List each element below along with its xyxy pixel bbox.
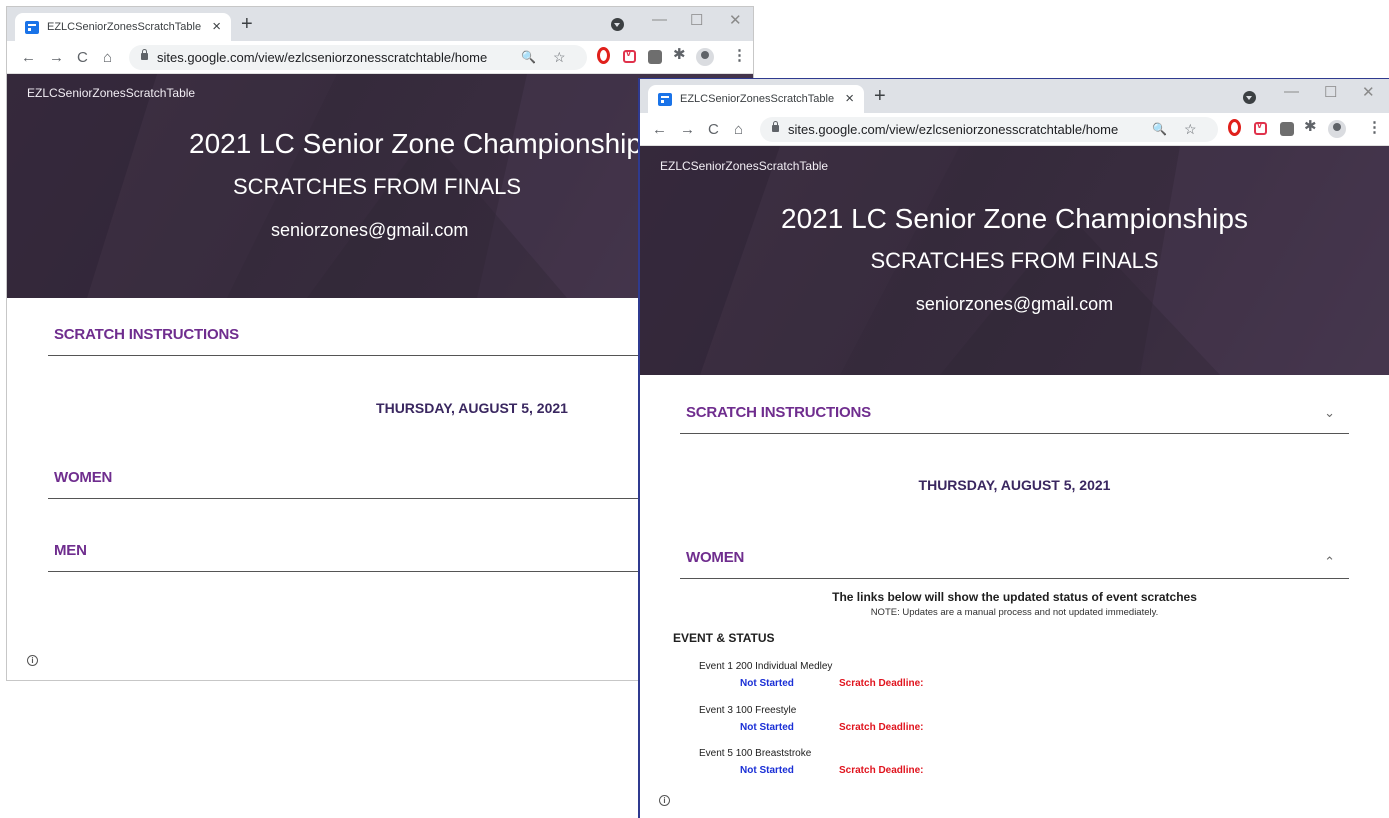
back-icon[interactable]: ← [21,49,36,66]
reload-icon[interactable]: C [708,121,719,138]
extensions-puzzle-icon[interactable]: ✱ [673,45,686,63]
tab-title: EZLCSeniorZonesScratchTable [680,93,835,105]
opera-extension-icon[interactable] [1228,119,1241,136]
extension-icon[interactable] [648,50,662,64]
scratch-deadline: Scratch Deadline: [839,678,924,689]
site-name[interactable]: EZLCSeniorZonesScratchTable [27,86,195,100]
section-title: SCRATCH INSTRUCTIONS [686,404,871,421]
minimize-button[interactable]: — [652,11,667,28]
forward-icon[interactable]: → [49,49,64,66]
url-text: sites.google.com/view/ezlcseniorzonesscr… [157,50,488,65]
google-sites-icon [658,93,675,106]
event-link[interactable]: Event 3 100 Freestyle [699,705,796,716]
browser-toolbar: ← → C ⌂ sites.google.com/view/ezlcsenior… [7,41,753,74]
contact-email: seniorzones@gmail.com [915,294,1114,314]
page-title: 2021 LC Senior Zone Championships [781,203,1248,234]
tab-strip: EZLCSeniorZonesScratchTable × + — ☐ ✕ [7,7,753,41]
event-status-header: EVENT & STATUS [673,631,775,645]
zoom-icon[interactable]: 🔍 [521,50,536,64]
event-link[interactable]: Event 5 100 Breaststroke [699,748,811,759]
menu-kebab-icon[interactable]: ⋮ [732,46,747,64]
zoom-icon[interactable]: 🔍 [1152,122,1167,136]
profile-avatar-icon[interactable] [696,48,714,66]
address-bar[interactable]: sites.google.com/view/ezlcseniorzonesscr… [760,117,1218,142]
scratch-deadline: Scratch Deadline: [839,765,924,776]
back-icon[interactable]: ← [652,121,667,138]
close-window-button[interactable]: ✕ [729,11,742,29]
event-status: Not Started [740,678,794,689]
tab-close-icon[interactable]: × [845,90,854,107]
menu-kebab-icon[interactable]: ⋮ [1367,118,1382,136]
forward-icon[interactable]: → [680,121,695,138]
bookmark-star-icon[interactable]: ☆ [1184,121,1197,138]
home-icon[interactable]: ⌂ [734,121,743,138]
extension-icon[interactable] [1280,122,1294,136]
browser-tab[interactable]: EZLCSeniorZonesScratchTable × [648,85,864,113]
site-info-icon[interactable]: i [27,655,38,666]
maximize-button[interactable]: ☐ [690,11,703,29]
page-title: 2021 LC Senior Zone Championships [189,128,656,159]
section-women[interactable]: WOMEN ⌃ [680,541,1349,579]
address-bar[interactable]: sites.google.com/view/ezlcseniorzonesscr… [129,45,587,70]
opera-extension-icon[interactable] [597,47,610,64]
pocket-extension-icon[interactable] [1254,120,1267,135]
site-name[interactable]: EZLCSeniorZonesScratchTable [660,159,828,173]
section-scratch-instructions[interactable]: SCRATCH INSTRUCTIONS ⌄ [680,396,1349,434]
event-link[interactable]: Event 1 200 Individual Medley [699,661,832,672]
new-tab-button[interactable]: + [241,13,253,36]
page-subtitle: SCRATCHES FROM FINALS [870,248,1159,273]
tab-search-icon[interactable] [1243,91,1256,104]
section-title: WOMEN [54,469,113,486]
event-date: THURSDAY, AUGUST 5, 2021 [918,477,1111,493]
reload-icon[interactable]: C [77,49,88,66]
tab-close-icon[interactable]: × [212,18,221,35]
site-info-icon[interactable]: i [659,795,670,806]
section-title: MEN [54,542,87,559]
page-subtitle: SCRATCHES FROM FINALS [233,174,522,199]
chevron-up-icon[interactable]: ⌃ [1324,554,1335,570]
new-tab-button[interactable]: + [874,85,886,108]
profile-avatar-icon[interactable] [1328,120,1346,138]
maximize-button[interactable]: ☐ [1324,83,1337,101]
tab-strip: EZLCSeniorZonesScratchTable × + — ☐ ✕ [640,79,1389,113]
pocket-extension-icon[interactable] [623,48,636,63]
event-status: Not Started [740,722,794,733]
close-window-button[interactable]: ✕ [1362,83,1375,101]
tab-search-icon[interactable] [611,18,624,31]
lock-icon [772,121,779,132]
lock-icon [141,49,148,60]
links-heading: The links below will show the updated st… [832,590,1197,604]
minimize-button[interactable]: — [1284,83,1299,100]
section-title: SCRATCH INSTRUCTIONS [54,326,239,343]
chevron-down-icon[interactable]: ⌄ [1324,405,1335,421]
browser-tab[interactable]: EZLCSeniorZonesScratchTable × [15,13,231,41]
bookmark-star-icon[interactable]: ☆ [553,49,566,66]
url-text: sites.google.com/view/ezlcseniorzonesscr… [788,122,1119,137]
event-status: Not Started [740,765,794,776]
update-note: NOTE: Updates are a manual process and n… [870,607,1159,618]
home-icon[interactable]: ⌂ [103,49,112,66]
section-title: WOMEN [686,549,745,566]
contact-email: seniorzones@gmail.com [271,220,469,240]
browser-toolbar: ← → C ⌂ sites.google.com/view/ezlcsenior… [640,113,1389,146]
hero-banner: EZLCSeniorZonesScratchTable 2021 LC Seni… [640,146,1389,375]
google-sites-icon [25,21,42,34]
extensions-puzzle-icon[interactable]: ✱ [1304,117,1317,135]
tab-title: EZLCSeniorZonesScratchTable [47,21,202,33]
browser-window-front: EZLCSeniorZonesScratchTable × + — ☐ ✕ ← … [638,78,1389,818]
scratch-deadline: Scratch Deadline: [839,722,924,733]
